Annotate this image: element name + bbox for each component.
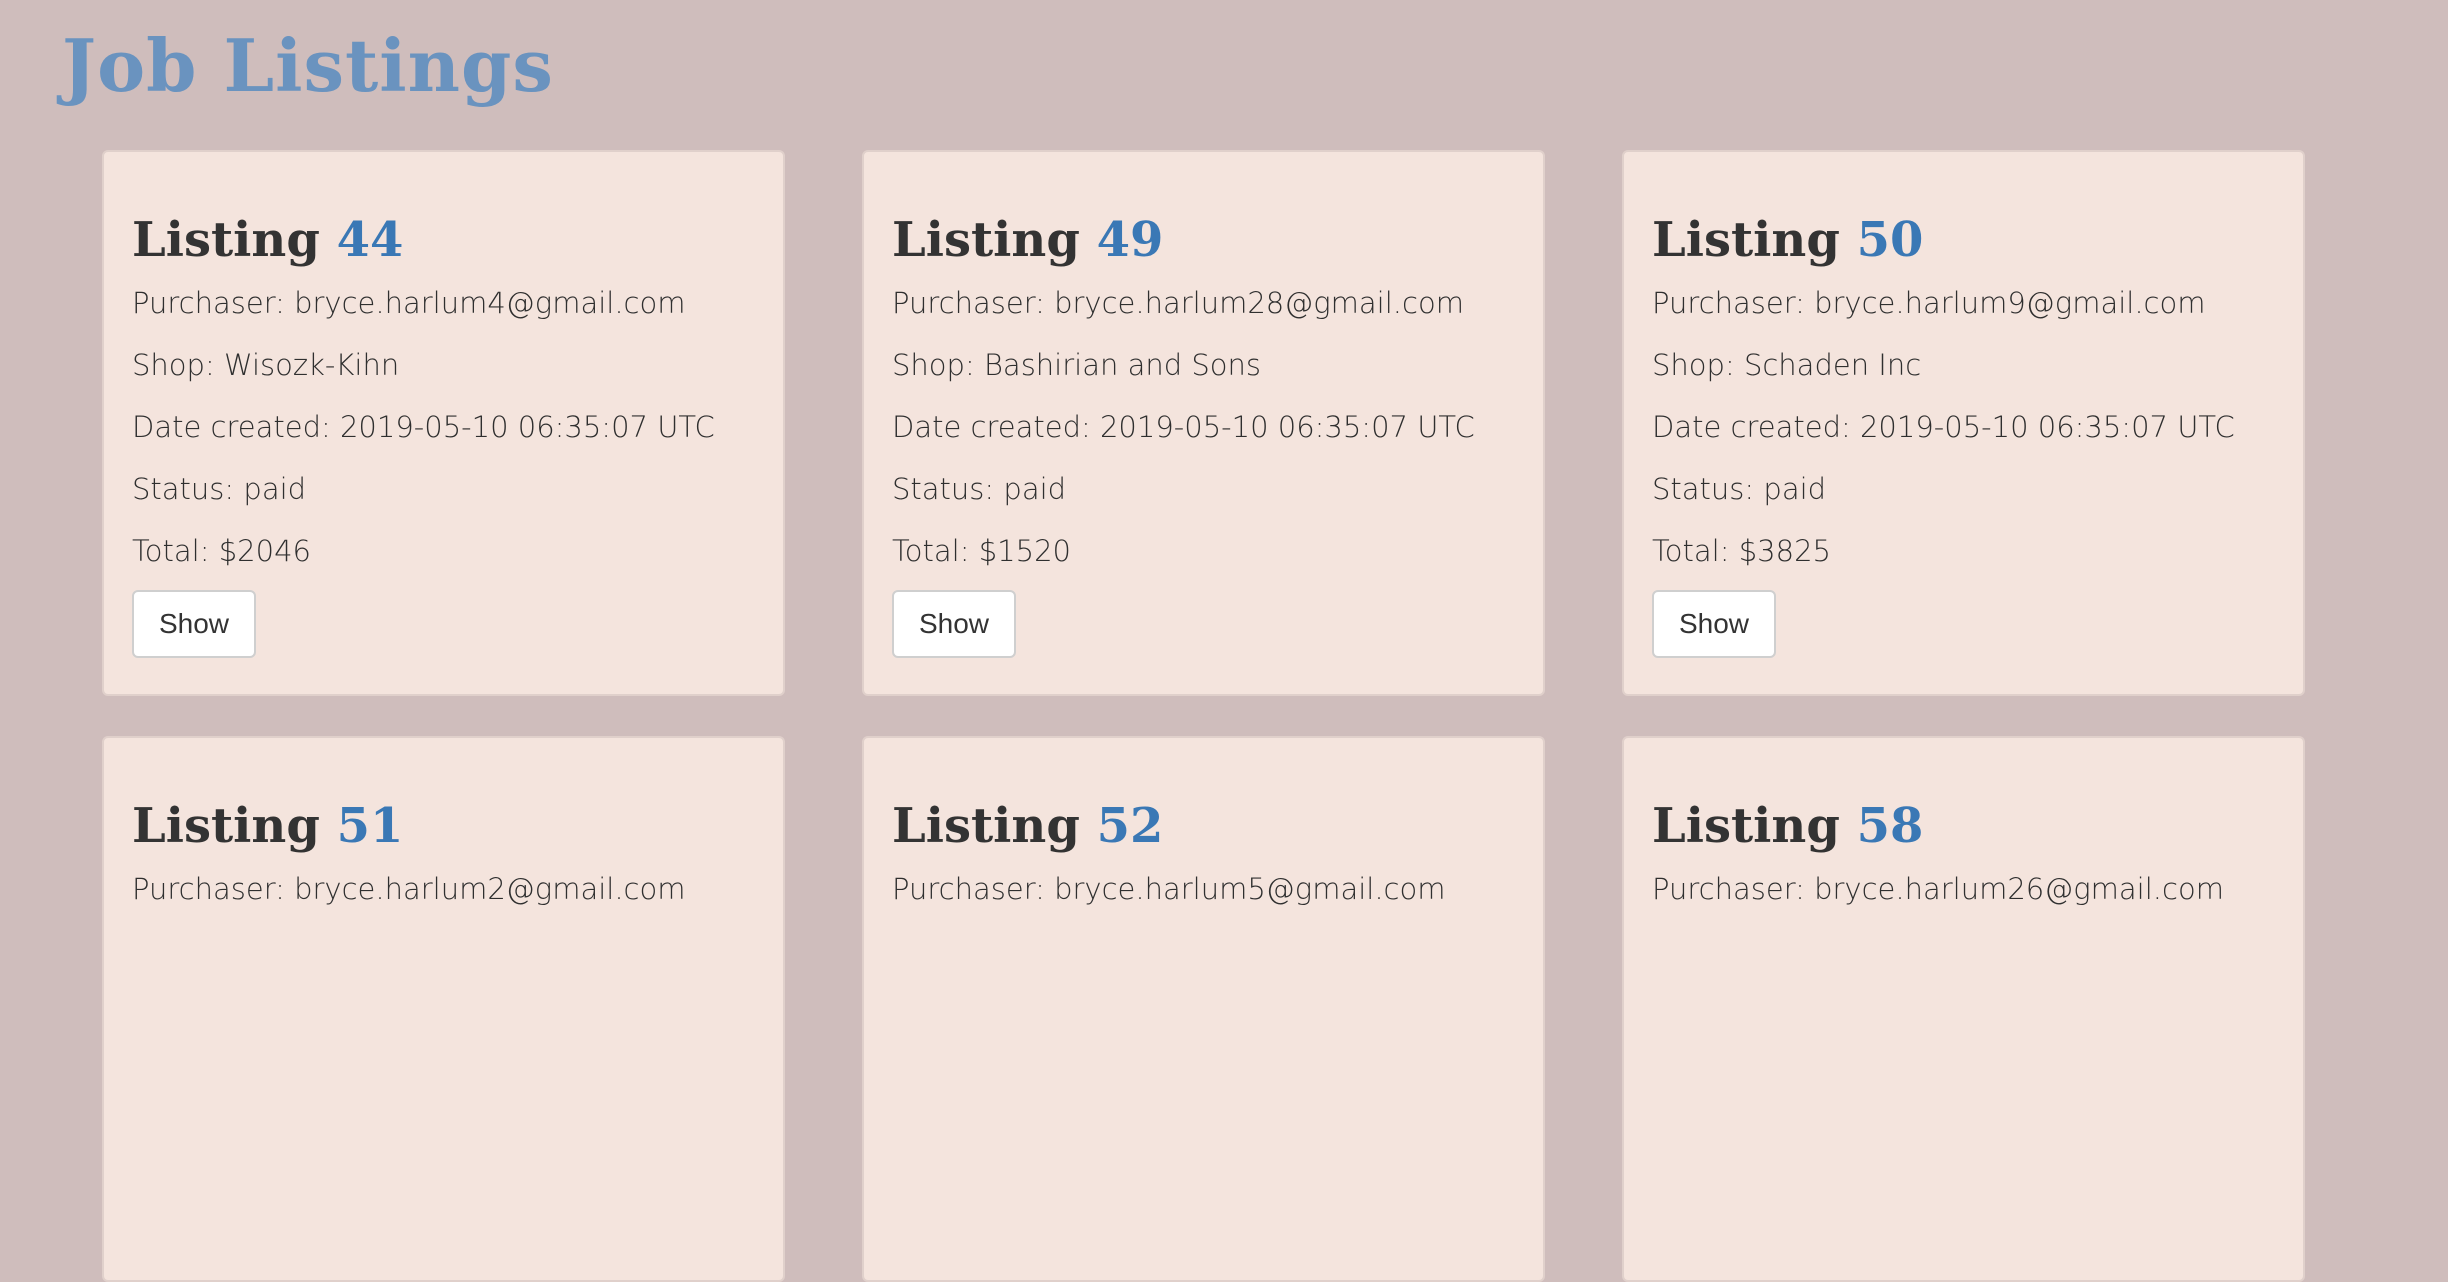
purchaser-field: Purchaser: bryce.harlum26@gmail.com	[1652, 858, 2275, 920]
total-field: Total: $3825	[1652, 520, 2275, 582]
purchaser-value: bryce.harlum9@gmail.com	[1814, 286, 2206, 320]
purchaser-label: Purchaser:	[132, 872, 295, 906]
status-label: Status:	[132, 472, 244, 506]
purchaser-field: Purchaser: bryce.harlum2@gmail.com	[132, 858, 755, 920]
status-label: Status:	[892, 472, 1004, 506]
listing-card: Listing 52 Purchaser: bryce.harlum5@gmai…	[862, 736, 1545, 1282]
shop-value: Bashirian and Sons	[983, 348, 1262, 382]
purchaser-value: bryce.harlum5@gmail.com	[1054, 872, 1446, 906]
shop-value: Schaden Inc	[1743, 348, 1922, 382]
purchaser-field: Purchaser: bryce.harlum9@gmail.com	[1652, 272, 2275, 334]
listings-grid: Listing 44 Purchaser: bryce.harlum4@gmai…	[102, 150, 2307, 1282]
purchaser-label: Purchaser:	[1652, 286, 1815, 320]
total-label: Total:	[892, 534, 979, 568]
listing-title-prefix: Listing	[132, 212, 320, 268]
shop-label: Shop:	[892, 348, 984, 382]
listing-card: Listing 49 Purchaser: bryce.harlum28@gma…	[862, 150, 1545, 696]
date-created-value: 2019-05-10 06:35:07 UTC	[1859, 410, 2235, 444]
show-button[interactable]: Show	[132, 590, 256, 658]
purchaser-field: Purchaser: bryce.harlum5@gmail.com	[892, 858, 1515, 920]
shop-label: Shop:	[132, 348, 224, 382]
listing-number: 58	[1856, 798, 1924, 854]
listing-title: Listing 49	[892, 152, 1515, 272]
date-created-label: Date created:	[892, 410, 1100, 444]
date-created-value: 2019-05-10 06:35:07 UTC	[1099, 410, 1475, 444]
listing-number: 44	[336, 212, 404, 268]
total-value: $3825	[1738, 534, 1831, 568]
purchaser-value: bryce.harlum4@gmail.com	[294, 286, 686, 320]
status-value: paid	[243, 472, 307, 506]
date-created-label: Date created:	[1652, 410, 1860, 444]
listing-title-prefix: Listing	[892, 212, 1080, 268]
date-created-field: Date created: 2019-05-10 06:35:07 UTC	[892, 396, 1515, 458]
listing-title: Listing 52	[892, 738, 1515, 858]
purchaser-label: Purchaser:	[892, 872, 1055, 906]
purchaser-label: Purchaser:	[892, 286, 1055, 320]
purchaser-value: bryce.harlum28@gmail.com	[1054, 286, 1464, 320]
page-title: Job Listings	[62, 23, 554, 108]
show-button[interactable]: Show	[1652, 590, 1776, 658]
shop-label: Shop:	[1652, 348, 1744, 382]
listing-card: Listing 44 Purchaser: bryce.harlum4@gmai…	[102, 150, 785, 696]
total-field: Total: $2046	[132, 520, 755, 582]
status-value: paid	[1763, 472, 1827, 506]
purchaser-field: Purchaser: bryce.harlum4@gmail.com	[132, 272, 755, 334]
purchaser-field: Purchaser: bryce.harlum28@gmail.com	[892, 272, 1515, 334]
status-label: Status:	[1652, 472, 1764, 506]
shop-field: Shop: Wisozk-Kihn	[132, 334, 755, 396]
listing-title-prefix: Listing	[132, 798, 320, 854]
shop-field: Shop: Bashirian and Sons	[892, 334, 1515, 396]
purchaser-label: Purchaser:	[132, 286, 295, 320]
listing-number: 52	[1096, 798, 1164, 854]
status-field: Status: paid	[132, 458, 755, 520]
listing-card: Listing 51 Purchaser: bryce.harlum2@gmai…	[102, 736, 785, 1282]
date-created-field: Date created: 2019-05-10 06:35:07 UTC	[132, 396, 755, 458]
date-created-label: Date created:	[132, 410, 340, 444]
listing-title-prefix: Listing	[1652, 798, 1840, 854]
total-value: $2046	[218, 534, 311, 568]
shop-value: Wisozk-Kihn	[223, 348, 400, 382]
listing-title: Listing 44	[132, 152, 755, 272]
listing-number: 49	[1096, 212, 1164, 268]
listing-title: Listing 58	[1652, 738, 2275, 858]
listing-number: 51	[336, 798, 404, 854]
date-created-field: Date created: 2019-05-10 06:35:07 UTC	[1652, 396, 2275, 458]
purchaser-value: bryce.harlum2@gmail.com	[294, 872, 686, 906]
total-value: $1520	[978, 534, 1071, 568]
status-value: paid	[1003, 472, 1067, 506]
listing-card: Listing 58 Purchaser: bryce.harlum26@gma…	[1622, 736, 2305, 1282]
show-button[interactable]: Show	[892, 590, 1016, 658]
listing-title: Listing 50	[1652, 152, 2275, 272]
listing-number: 50	[1856, 212, 1924, 268]
total-label: Total:	[132, 534, 219, 568]
total-label: Total:	[1652, 534, 1739, 568]
listing-title-prefix: Listing	[1652, 212, 1840, 268]
total-field: Total: $1520	[892, 520, 1515, 582]
date-created-value: 2019-05-10 06:35:07 UTC	[339, 410, 715, 444]
status-field: Status: paid	[892, 458, 1515, 520]
status-field: Status: paid	[1652, 458, 2275, 520]
listing-title-prefix: Listing	[892, 798, 1080, 854]
shop-field: Shop: Schaden Inc	[1652, 334, 2275, 396]
purchaser-label: Purchaser:	[1652, 872, 1815, 906]
listing-title: Listing 51	[132, 738, 755, 858]
listing-card: Listing 50 Purchaser: bryce.harlum9@gmai…	[1622, 150, 2305, 696]
purchaser-value: bryce.harlum26@gmail.com	[1814, 872, 2224, 906]
